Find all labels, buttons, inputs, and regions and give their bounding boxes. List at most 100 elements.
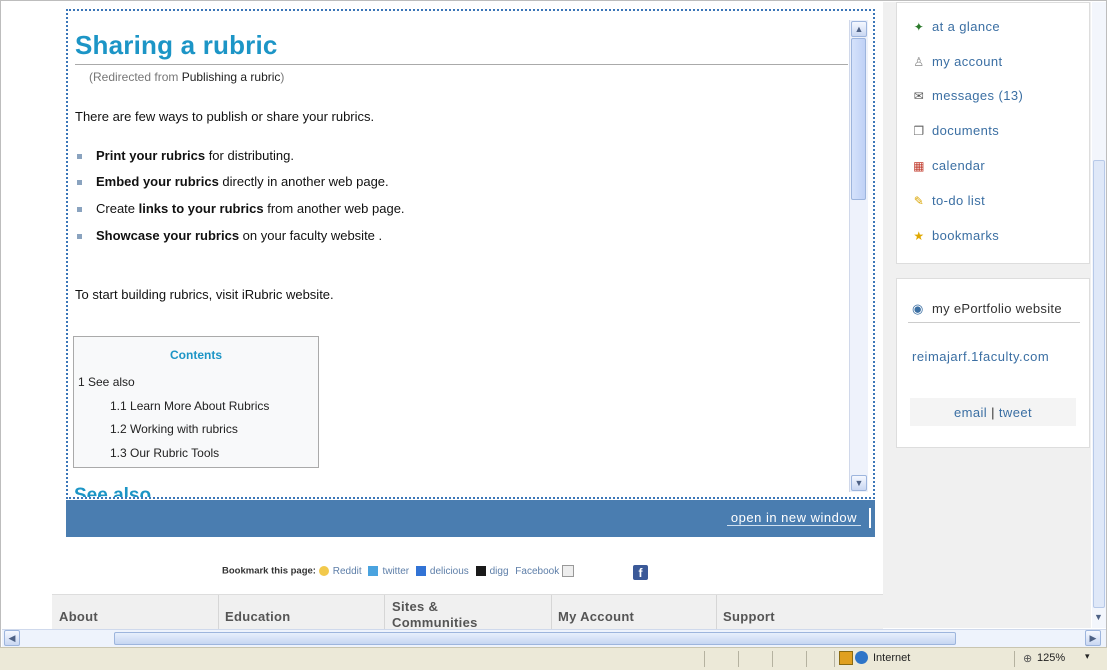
share-icon[interactable]	[561, 565, 574, 577]
zoom-cell[interactable]: ⊕ 125% ▾	[1014, 651, 1107, 667]
menu-label: messages (13)	[932, 88, 1024, 103]
eportfolio-title: ◉ my ePortfolio website	[912, 301, 1062, 317]
menu-label: at a glance	[932, 19, 1001, 34]
menu-messages[interactable]: ✉ messages (13)	[912, 88, 1023, 103]
tweet-link[interactable]: tweet	[999, 405, 1032, 420]
cta-text[interactable]: To start building rubrics, visit iRubric…	[75, 287, 334, 302]
footer-support[interactable]: Support	[723, 609, 775, 624]
list-item: Print your rubrics for distributing.	[77, 148, 294, 163]
eportfolio-divider	[908, 322, 1080, 323]
toc-item[interactable]: 1.1 Learn More About Rubrics	[110, 399, 269, 413]
see-also-heading: See also	[74, 485, 152, 499]
footer-education[interactable]: Education	[225, 609, 291, 624]
scroll-right-button[interactable]: ▶	[1085, 630, 1101, 646]
bullet-pre: Create	[96, 201, 139, 216]
digg-icon[interactable]	[475, 566, 486, 576]
zoom-level[interactable]: 125%	[1037, 652, 1065, 664]
calendar-icon: ▦	[913, 159, 925, 173]
status-cell	[704, 651, 739, 667]
bullet-bold: links to your rubrics	[138, 201, 264, 216]
twitter-icon[interactable]	[368, 566, 379, 576]
digg-link[interactable]: digg	[490, 566, 509, 577]
documents-icon: ❐	[913, 124, 925, 138]
footer-col-education[interactable]: Education	[219, 595, 385, 629]
toc-item[interactable]: 1 See also	[78, 375, 135, 389]
share-separator: |	[987, 405, 999, 420]
bullet-marker	[77, 154, 82, 160]
zoom-icon: ⊕	[1023, 653, 1033, 665]
list-item: Create links to your rubrics from anothe…	[77, 201, 405, 216]
reddit-icon[interactable]	[318, 566, 329, 576]
toc-item[interactable]: 1.2 Working with rubrics	[110, 422, 238, 436]
scroll-down-button[interactable]: ▼	[851, 475, 867, 491]
intro-text: There are few ways to publish or share y…	[75, 109, 375, 124]
menu-documents[interactable]: ❐ documents	[912, 123, 999, 138]
open-new-window-link[interactable]: open in new window	[726, 510, 861, 526]
zone-label: Internet	[873, 652, 911, 664]
status-bar: Internet ⊕ 125% ▾	[0, 647, 1107, 670]
scroll-down-icon[interactable]: ▼	[1094, 612, 1103, 622]
user-icon: ♙	[913, 55, 925, 69]
status-cell	[806, 651, 835, 667]
bullet-bold: Showcase your rubrics	[96, 228, 240, 243]
menu-my-account[interactable]: ♙ my account	[912, 54, 1002, 69]
email-link[interactable]: email	[954, 405, 987, 420]
toc-title: Contents	[170, 348, 222, 362]
bookmarks-icon: ★	[913, 229, 925, 243]
eportfolio-label: my ePortfolio website	[932, 301, 1062, 316]
messages-icon: ✉	[913, 89, 925, 103]
menu-at-a-glance[interactable]: ✦ at a glance	[912, 19, 1000, 34]
share-links: email | tweet	[910, 405, 1076, 420]
bullet-text: for distributing.	[205, 148, 294, 163]
bullet-bold: Print your rubrics	[96, 148, 206, 163]
scroll-up-button[interactable]: ▲	[851, 21, 867, 37]
menu-todo[interactable]: ✎ to-do list	[912, 193, 985, 208]
redirect-note: (Redirected from Publishing a rubric)	[89, 70, 284, 84]
redirect-link[interactable]: Publishing a rubric	[182, 70, 281, 84]
reddit-link[interactable]: Reddit	[333, 566, 362, 577]
article-title-wrap: Sharing a rubric	[75, 30, 278, 61]
delicious-link[interactable]: delicious	[430, 566, 469, 577]
footer-col-about[interactable]: About	[52, 595, 219, 629]
footer-account[interactable]: My Account	[558, 609, 634, 624]
bullet-bold: Embed your rubrics	[96, 174, 219, 189]
menu-label: documents	[932, 123, 1000, 138]
facebook-link[interactable]: Facebook	[515, 566, 559, 577]
redirect-suffix: )	[280, 70, 285, 84]
site-footer: About Education Sites & Communities My A…	[52, 594, 883, 631]
eportfolio-site-link[interactable]: reimajarf.1faculty.com	[912, 349, 1049, 364]
menu-calendar[interactable]: ▦ calendar	[912, 158, 985, 173]
delicious-icon[interactable]	[415, 566, 426, 576]
toc-item[interactable]: 1.3 Our Rubric Tools	[110, 446, 219, 460]
footer-col-support[interactable]: Support	[717, 595, 883, 629]
wiki-scrollbar[interactable]: ▲ ▼	[849, 20, 868, 492]
zoom-dropdown-icon[interactable]: ▾	[1085, 651, 1090, 662]
footer-about[interactable]: About	[59, 609, 98, 624]
bookmark-bar: Bookmark this page: Reddit twitter delic…	[222, 565, 574, 577]
open-link-divider	[869, 508, 871, 528]
twitter-link[interactable]: twitter	[382, 566, 409, 577]
bullet-marker	[77, 234, 82, 240]
menu-label: bookmarks	[932, 228, 1000, 243]
list-item: Showcase your rubrics on your faculty we…	[77, 228, 382, 243]
facebook-icon[interactable]: f	[633, 565, 648, 580]
menu-label: calendar	[932, 158, 986, 173]
page-vertical-scroll-thumb[interactable]	[1093, 160, 1105, 608]
footer-col-sites[interactable]: Sites & Communities	[385, 595, 552, 631]
footer-col-account[interactable]: My Account	[552, 595, 717, 629]
footer-sites[interactable]: Sites & Communities	[392, 599, 502, 631]
page-horizontal-scrollbar[interactable]: ◀ ▶	[2, 629, 1106, 647]
zone-cell: Internet	[834, 651, 1015, 667]
title-divider	[75, 64, 848, 65]
status-cell	[772, 651, 807, 667]
todo-icon: ✎	[913, 194, 925, 208]
redirect-prefix: (Redirected from	[89, 70, 182, 84]
scroll-thumb[interactable]	[851, 38, 866, 200]
horizontal-scroll-thumb[interactable]	[114, 632, 956, 645]
globe-icon: ◉	[912, 301, 924, 316]
menu-bookmarks[interactable]: ★ bookmarks	[912, 228, 999, 243]
bullet-marker	[77, 180, 82, 186]
bullet-text: on your faculty website .	[239, 228, 383, 243]
share-box: email | tweet	[910, 398, 1076, 426]
scroll-left-button[interactable]: ◀	[4, 630, 20, 646]
